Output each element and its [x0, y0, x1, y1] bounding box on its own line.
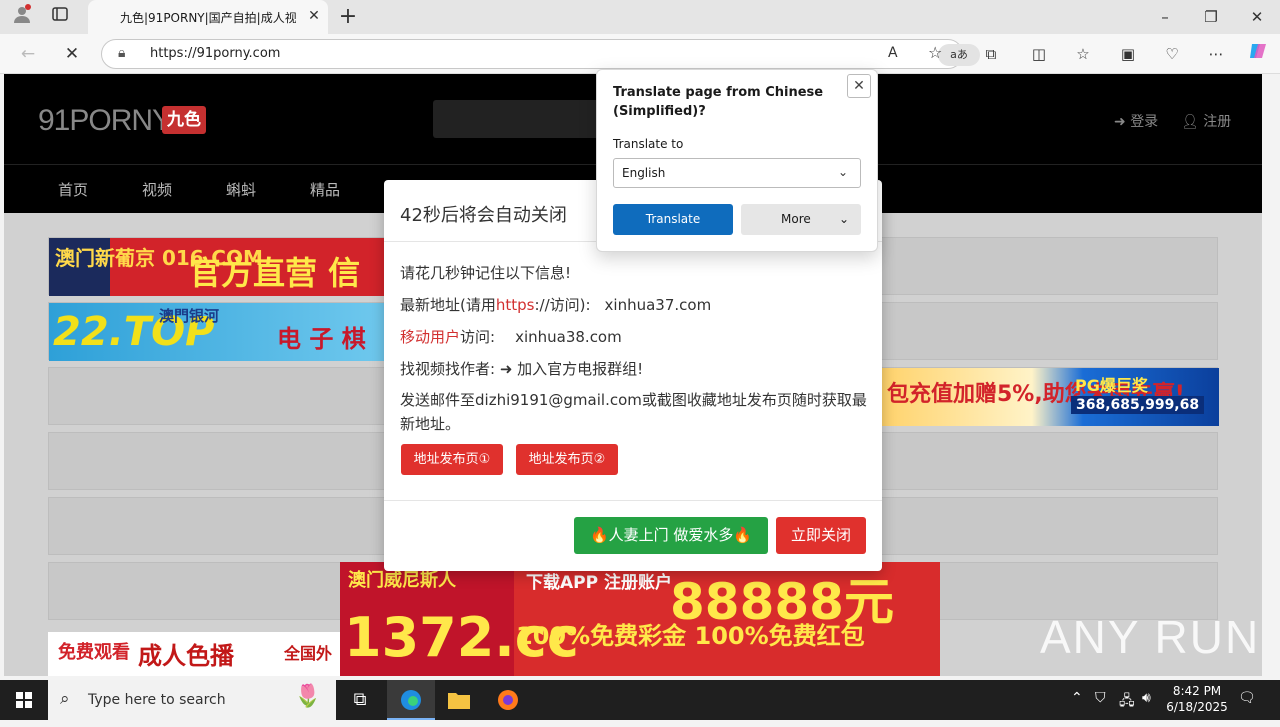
- register-label: 注册: [1203, 114, 1232, 130]
- taskbar: ⌕ Type here to search 🌷 ⧉ ⌃ ⛉ 🖧︎ 🔊︎ 8:42…: [0, 680, 1280, 720]
- tray-chevron-icon[interactable]: ⌃: [1071, 690, 1083, 706]
- modal-line-telegram[interactable]: 找视频找作者: ➜ 加入官方电报群组!: [400, 358, 643, 379]
- favorite-star-icon[interactable]: ☆: [928, 43, 942, 62]
- modal-title: 42秒后将会自动关闭: [400, 205, 567, 226]
- text: 最新地址(请用: [400, 296, 496, 314]
- anyrun-watermark: ANY RUN: [1040, 611, 1261, 663]
- tab-actions-icon[interactable]: [46, 4, 74, 30]
- notifications-icon[interactable]: 🗨︎: [1238, 690, 1256, 706]
- login-label: 登录: [1130, 114, 1159, 130]
- ad-promo-button[interactable]: 🔥人妻上门 做爱水多🔥: [574, 517, 768, 554]
- new-tab-icon[interactable]: +: [334, 4, 362, 30]
- more-label: More: [781, 212, 811, 226]
- ad-image: 澳门新葡京 016.COM 官方直营 信: [49, 238, 389, 296]
- mobile-label: 移动用户: [400, 328, 461, 346]
- profile-icon[interactable]: [8, 4, 36, 30]
- tulip-icon: 🌷: [294, 684, 322, 709]
- ad-image: 22.TOP 澳門银河 电 子 棋: [49, 303, 389, 361]
- nav-videos[interactable]: 视频: [142, 179, 172, 200]
- back-icon[interactable]: ←: [14, 41, 42, 67]
- ad-text: 368,685,999,68: [1071, 396, 1205, 414]
- search-icon: ⌕: [60, 689, 70, 709]
- ad-big-image[interactable]: 澳门威尼斯人 1372.cc 下载APP 注册账户 88888元 100%免费彩…: [340, 562, 940, 676]
- nav-home[interactable]: 首页: [58, 179, 88, 200]
- modal-line-email: 发送邮件至dizhi9191@gmail.com或截图收藏地址发布页随时获取最新…: [400, 391, 867, 433]
- firefox-icon[interactable]: [484, 680, 532, 720]
- address-bar[interactable]: 🔒︎ https://91porny.com aあ A ☆: [101, 39, 980, 69]
- read-aloud-icon[interactable]: A: [888, 45, 898, 61]
- translate-close-icon[interactable]: ✕: [847, 74, 871, 98]
- chevron-down-icon: ⌄: [839, 212, 850, 226]
- network-icon[interactable]: 🖧︎: [1119, 690, 1135, 714]
- lock-icon[interactable]: 🔒︎: [118, 45, 125, 61]
- more-button[interactable]: More ⌄: [741, 204, 861, 235]
- copilot-icon[interactable]: [1244, 41, 1272, 67]
- nav-featured[interactable]: 精品: [310, 179, 340, 200]
- ad-text: 下载APP 注册账户: [526, 573, 672, 593]
- nav-kedou[interactable]: 蝌蚪: [226, 179, 256, 200]
- minimize-icon[interactable]: –: [1151, 4, 1179, 30]
- edge-taskbar-icon[interactable]: [387, 680, 435, 720]
- ad-text: 100%免费彩金 100%免费红包: [516, 622, 865, 650]
- more-menu-icon[interactable]: ⋯: [1202, 41, 1230, 67]
- ad-text: 成人色播: [138, 642, 234, 670]
- translate-button[interactable]: Translate: [613, 204, 733, 235]
- translate-icon[interactable]: aあ: [938, 44, 980, 66]
- register-link[interactable]: 👤︎ 注册: [1181, 111, 1231, 131]
- tray-device-icon[interactable]: ⛉: [1095, 690, 1106, 706]
- host-link[interactable]: xinhua37.com: [605, 296, 712, 314]
- volume-icon[interactable]: 🔊︎: [1142, 690, 1151, 706]
- ad-text: 官方直营 信: [189, 254, 361, 292]
- ad-small-image[interactable]: 免费观看 成人色播 全国外: [48, 632, 340, 676]
- taskbar-search[interactable]: ⌕ Type here to search 🌷: [48, 680, 336, 720]
- clock-time[interactable]: 8:42 PM: [1168, 684, 1226, 698]
- tab-active[interactable]: 九色|91PORNY|国产自拍|成人视频 ✕: [88, 0, 328, 34]
- site-logo[interactable]: 91PORNY: [38, 104, 172, 138]
- modal-line-remember: 请花几秒钟记住以下信息!: [400, 264, 572, 282]
- taskbar-search-placeholder: Type here to search: [88, 692, 226, 708]
- translate-popup: Translate page from Chinese (Simplified)…: [596, 69, 878, 252]
- split-screen-icon[interactable]: ◫: [1025, 41, 1053, 67]
- text: ://访问):: [534, 296, 591, 314]
- host-link[interactable]: xinhua38.com: [515, 328, 622, 346]
- language-select-value: English: [622, 166, 666, 180]
- language-select[interactable]: English ⌄: [613, 158, 861, 188]
- ad-text: 电 子 棋: [277, 325, 366, 353]
- tab-title: 九色|91PORNY|国产自拍|成人视频: [120, 11, 296, 25]
- restore-icon[interactable]: ❐: [1197, 4, 1225, 30]
- tab-strip: 九色|91PORNY|国产自拍|成人视频 ✕ + – ❐ ✕: [0, 0, 1280, 34]
- tab-close-icon[interactable]: ✕: [304, 6, 324, 26]
- divider: [384, 500, 882, 501]
- browser-essentials-icon[interactable]: ♡: [1158, 41, 1186, 67]
- modal-line-mobile: 移动用户访问: xinhua38.com: [400, 326, 622, 347]
- ad-text: PG爆巨奖: [1075, 376, 1148, 395]
- task-view-icon[interactable]: ⧉: [336, 680, 384, 720]
- ad-text: 免费观看: [58, 642, 130, 663]
- logo-badge: 九色: [162, 106, 206, 134]
- file-explorer-icon[interactable]: [435, 680, 483, 720]
- stop-icon[interactable]: ✕: [58, 41, 86, 67]
- close-now-button[interactable]: 立即关闭: [776, 517, 866, 554]
- ad-image: 包充值加赠5%,助您未雨先赢! PG爆巨奖 368,685,999,68: [879, 368, 1219, 426]
- translate-to-label: Translate to: [613, 137, 684, 151]
- modal-line-latest-address: 最新地址(请用https://访问): xinhua37.com: [400, 294, 711, 315]
- toolbar: ← ✕ 🔒︎ https://91porny.com aあ A ☆ ⧉ ◫ ☆ …: [0, 34, 1280, 74]
- https-text: https: [495, 296, 535, 314]
- login-link[interactable]: ➜ 登录: [1114, 111, 1158, 131]
- window-close-icon[interactable]: ✕: [1243, 4, 1271, 30]
- url-text: https://91porny.com: [150, 46, 281, 61]
- text: 访问:: [460, 328, 496, 346]
- chevron-down-icon: ⌄: [838, 165, 849, 179]
- ad-text: 澳門银河: [159, 307, 220, 325]
- translate-title: Translate page from Chinese (Simplified)…: [613, 85, 824, 119]
- collections-icon[interactable]: ▣: [1114, 41, 1142, 67]
- windows-start-icon[interactable]: [0, 680, 48, 720]
- extensions-icon[interactable]: ⧉: [977, 41, 1005, 67]
- address-page-2-button[interactable]: 地址发布页②: [516, 444, 618, 475]
- ad-text: 全国外: [284, 644, 333, 663]
- favorites-icon[interactable]: ☆: [1069, 41, 1097, 67]
- clock-date[interactable]: 6/18/2025: [1164, 700, 1230, 714]
- address-page-1-button[interactable]: 地址发布页①: [401, 444, 503, 475]
